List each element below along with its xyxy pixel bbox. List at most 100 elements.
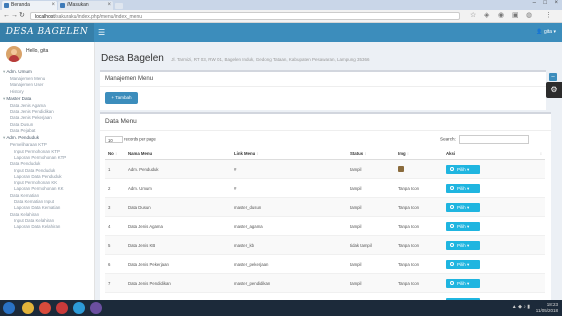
browser-tab-bar: Beranda × /Masukan × – □ × (0, 0, 562, 10)
page-length-select[interactable]: 10 (105, 136, 123, 143)
extension-icon[interactable]: ◈ (484, 11, 489, 21)
user-menu[interactable]: 👤 gita ▾ (536, 28, 556, 37)
url-input[interactable]: localhost/sakuraku/index.php/menu/index_… (30, 12, 460, 20)
pilih-dropdown-button[interactable]: Pilih ▾ (446, 259, 480, 269)
pilih-dropdown-button[interactable]: Pilih ▾ (446, 278, 480, 288)
cell-no: 2 (105, 178, 125, 198)
sidebar-toggle-icon[interactable]: ☰ (98, 28, 105, 37)
cell-aksi: Pilih ▾ (443, 254, 545, 274)
sidebar-item-label: Data Kematian (10, 192, 40, 198)
cell-nama: Adm. Penduduk (125, 159, 231, 179)
circle-icon (450, 205, 454, 210)
minimize-icon[interactable]: – (533, 0, 536, 6)
close-window-icon[interactable]: × (554, 0, 558, 6)
sidebar-item-label: Laporan Permohonan KTP (14, 154, 67, 160)
cell-img: Tanpa Icon (395, 254, 443, 274)
favicon-icon (4, 3, 9, 8)
pilih-dropdown-button[interactable]: Pilih ▾ (446, 164, 480, 174)
pilih-label: Pilih (457, 223, 466, 229)
cell-status: tampil (347, 216, 395, 236)
browser-tab[interactable]: /Masukan × (58, 1, 113, 10)
search-label: Search: (440, 136, 456, 142)
cell-link: master_pendidikan (231, 273, 347, 293)
user-menu-label: gita (544, 29, 553, 35)
cell-aksi: Pilih ▾ (443, 159, 545, 179)
pilih-dropdown-button[interactable]: Pilih ▾ (446, 202, 480, 212)
sidebar-item-label: Input Data Kelahiran (14, 217, 55, 223)
forward-icon[interactable]: → (11, 11, 18, 21)
cell-link: # (231, 159, 347, 179)
user-name: Hello, gita (26, 48, 49, 54)
taskbar-app-chrome-icon[interactable] (39, 302, 51, 314)
start-button[interactable] (3, 302, 15, 314)
app-logo[interactable]: DESA BAGELEN (0, 23, 94, 42)
pilih-dropdown-button[interactable]: Pilih ▾ (446, 240, 480, 250)
cell-no: 5 (105, 235, 125, 255)
cell-no: 7 (105, 273, 125, 293)
pilih-dropdown-button[interactable]: Pilih ▾ (446, 221, 480, 231)
cell-nama: Data Jenis Agama (125, 216, 231, 236)
cell-img: Tanpa Icon (395, 197, 443, 217)
star-icon[interactable]: ☆ (470, 11, 476, 21)
back-icon[interactable]: ← (3, 11, 10, 21)
cell-aksi: Pilih ▾ (443, 178, 545, 198)
column-header[interactable]: Img ↕ (395, 148, 443, 160)
taskbar-app-opera-icon[interactable] (56, 302, 68, 314)
cell-link: master_kb (231, 235, 347, 255)
page-subtitle: Jl. Tarmizi, RT 03, RW 01, Bagelen Induk… (171, 57, 370, 62)
sidebar-section[interactable]: ▾Adm. Penduduk (0, 134, 94, 142)
sidebar-item-label: Data Jenis Pendidikan (10, 109, 54, 115)
circle-icon (450, 224, 454, 229)
chevron-down-icon: ▾ (465, 166, 470, 172)
settings-gear-icon[interactable]: ⚙ (546, 82, 562, 98)
extension-icon[interactable]: ◍ (526, 11, 532, 21)
circle-icon (450, 167, 454, 172)
divider (100, 86, 546, 87)
avatar (6, 46, 22, 62)
search-input[interactable] (458, 135, 529, 144)
sidebar-item-label: Input Permohonan KTP (14, 148, 60, 154)
data-menu-box: Data Menu 10 records per page Search: No… (100, 112, 551, 311)
pilih-dropdown-button[interactable]: Pilih ▾ (446, 183, 480, 193)
taskbar-app-explorer-icon[interactable] (22, 302, 34, 314)
user-panel: Hello, gita (0, 42, 94, 68)
column-header[interactable]: No ↕ (105, 148, 125, 160)
close-icon[interactable]: × (107, 1, 111, 10)
cell-link: master_agama (231, 216, 347, 236)
caret-icon: ▾ (3, 69, 6, 74)
close-icon[interactable]: × (51, 1, 55, 10)
browser-tab[interactable]: Beranda × (2, 1, 57, 10)
sidebar-item-label: Manajemen User (10, 82, 44, 88)
cell-aksi: Pilih ▾ (443, 235, 545, 255)
sidebar-section[interactable]: ▾Master Data (0, 95, 94, 103)
page-title: Desa Bagelen (101, 53, 164, 64)
pilih-label: Pilih (457, 185, 466, 191)
menu-management-box: Manajemen Menu + Tambah (100, 70, 546, 110)
cell-img: Tanpa Icon (395, 273, 443, 293)
reload-icon[interactable]: ↻ (19, 11, 25, 21)
user-icon: 👤 (536, 29, 543, 35)
extension-icon[interactable]: ▣ (512, 11, 519, 21)
column-header[interactable]: Aksi ↕ (443, 148, 545, 160)
sidebar-item[interactable]: Laporan Data Kelahiran (0, 224, 94, 230)
chevron-down-icon: ▾ (465, 280, 470, 286)
taskbar-app-sublime-icon[interactable] (90, 302, 102, 314)
tab-label: Beranda (11, 2, 30, 8)
collapse-box-icon[interactable]: – (549, 73, 557, 81)
add-menu-button[interactable]: + Tambah (105, 92, 138, 104)
menu-dots-icon[interactable]: ⋮ (545, 11, 552, 21)
column-header[interactable]: Nama Menu (125, 148, 231, 160)
new-tab-button[interactable] (115, 3, 123, 9)
page-length-control: 10 records per page (105, 136, 156, 143)
taskbar-app-edge-icon[interactable] (73, 302, 85, 314)
column-header[interactable]: Link Menu ↕ (231, 148, 347, 160)
cell-nama: Data Jenis Pekerjaan (125, 254, 231, 274)
sidebar-item-label: Data Pejabat (10, 128, 36, 134)
maximize-icon[interactable]: □ (543, 0, 547, 6)
divider (100, 130, 551, 131)
chevron-down-icon: ▾ (465, 242, 470, 248)
sidebar-section[interactable]: ▾Adm. Umum (0, 68, 94, 76)
column-header[interactable]: Status ↕ (347, 148, 395, 160)
caret-icon: ▾ (3, 135, 6, 141)
extension-icon[interactable]: ◉ (498, 11, 504, 21)
